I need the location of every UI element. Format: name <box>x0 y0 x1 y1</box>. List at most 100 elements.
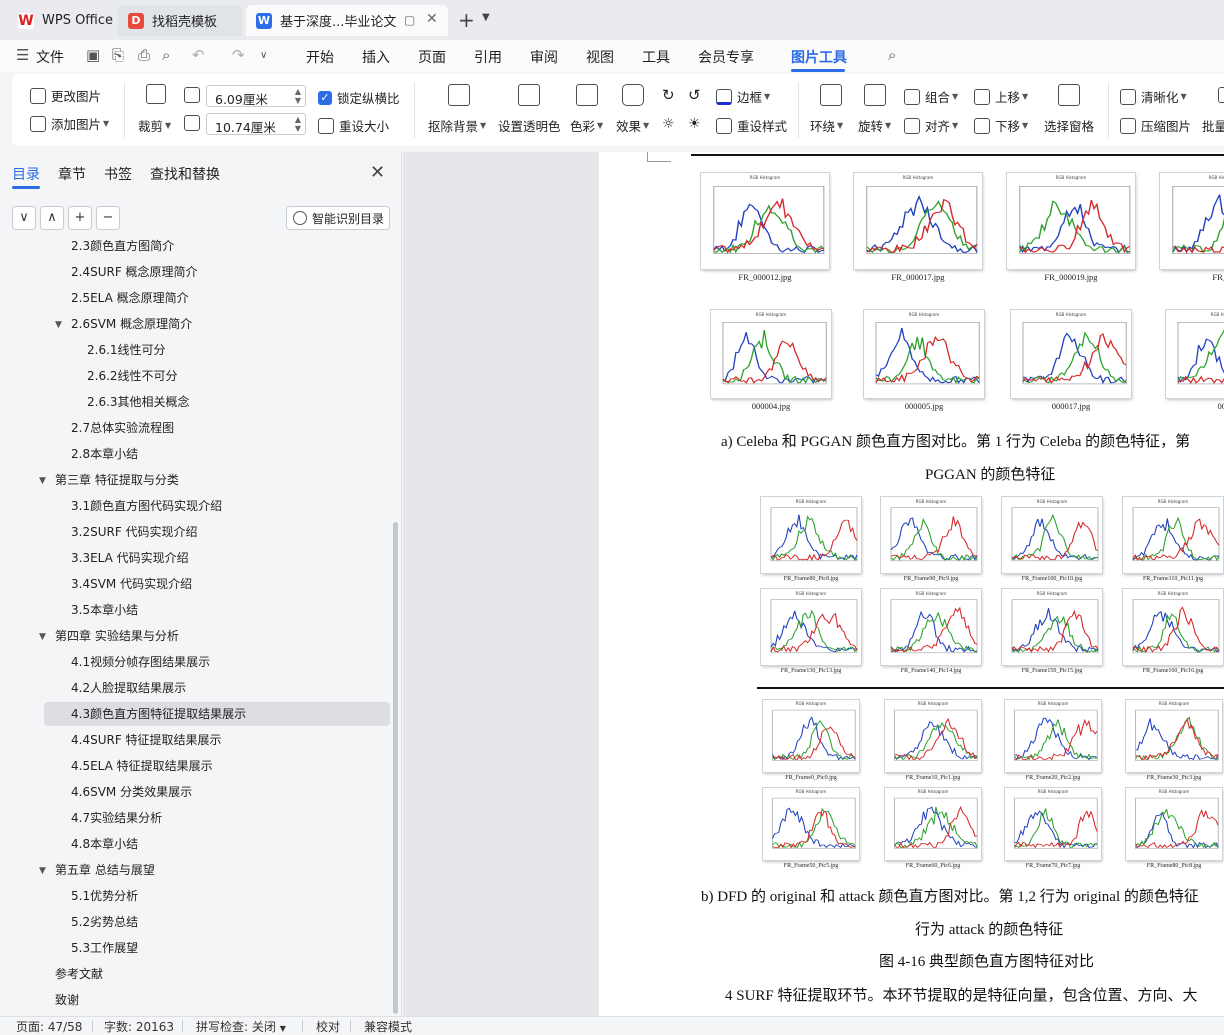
menu-insert[interactable]: 插入 <box>362 47 390 67</box>
menu-view[interactable]: 视图 <box>586 47 614 67</box>
histogram-thumbnail[interactable]: RGB Histogram <box>1123 589 1223 665</box>
hamburger-menu-icon[interactable]: ☰ <box>16 46 29 64</box>
crop-button[interactable]: 裁剪 ▼ <box>138 116 171 135</box>
change-image-button[interactable]: 更改图片 <box>30 86 101 105</box>
toc-item[interactable]: 3.3ELA 代码实现介绍 <box>71 546 189 570</box>
tab-bookmarks[interactable]: 书签 <box>104 164 132 184</box>
set-transparent-button[interactable]: 设置透明色 <box>498 116 561 135</box>
tab-document[interactable]: W 基于深度...毕业论文 ▢ ✕ <box>246 5 448 36</box>
toc-item[interactable]: 2.7总体实验流程图 <box>71 416 174 440</box>
collapse-up-button[interactable]: ∧ <box>40 206 64 230</box>
undo-icon[interactable]: ↶ <box>192 46 205 64</box>
toc-item[interactable]: 5.3工作展望 <box>71 936 138 960</box>
histogram-thumbnail[interactable]: RGB Histogram <box>1002 589 1102 665</box>
add-heading-button[interactable]: + <box>68 206 92 230</box>
toc-item[interactable]: 4.3颜色直方图特征提取结果展示 <box>71 702 246 726</box>
print-preview-icon[interactable]: ⌕ <box>162 46 170 64</box>
new-tab-plus-icon[interactable]: + <box>458 8 475 32</box>
toc-item[interactable]: 2.8本章小结 <box>71 442 138 466</box>
toc-item[interactable]: 4.4SURF 特征提取结果展示 <box>71 728 222 752</box>
toc-item[interactable]: 3.5本章小结 <box>71 598 138 622</box>
move-up-button[interactable]: 上移 ▼ <box>974 87 1028 106</box>
histogram-thumbnail[interactable]: RGB Histogram <box>1126 788 1222 860</box>
histogram-thumbnail[interactable]: RGB Histogram <box>1005 788 1101 860</box>
width-input[interactable]: 10.74厘米 ▲ ▼ <box>206 113 306 135</box>
toc-item[interactable]: 第五章 总结与展望 <box>55 858 155 882</box>
histogram-thumbnail[interactable]: RGB Histogram <box>1002 497 1102 573</box>
toc-item[interactable]: 4.2人脸提取结果展示 <box>71 676 186 700</box>
crop-icon[interactable] <box>146 84 171 104</box>
toc-item[interactable]: 4.7实验结果分析 <box>71 806 162 830</box>
wrap-button[interactable]: 环绕 ▼ <box>810 116 843 135</box>
menu-picture-tools[interactable]: 图片工具 <box>791 47 847 67</box>
tab-chapters[interactable]: 章节 <box>58 164 86 184</box>
effects-button[interactable]: 效果 ▼ <box>616 116 649 135</box>
width-stepper[interactable]: ▲ ▼ <box>295 115 301 133</box>
chevron-down-icon[interactable]: ▼ <box>482 12 490 23</box>
expand-triangle-icon[interactable]: ▼ <box>39 632 46 642</box>
remove-bg-button[interactable]: 抠除背景 ▼ <box>428 116 486 135</box>
histogram-thumbnail[interactable]: RGB Histogram <box>763 700 859 772</box>
expand-triangle-icon[interactable]: ▼ <box>55 320 62 330</box>
tab-docer-templates[interactable]: D 找稻壳模板 <box>118 5 242 36</box>
tab-toc[interactable]: 目录 <box>12 164 40 184</box>
tab-find-replace[interactable]: 查找和替换 <box>150 164 220 184</box>
group-button[interactable]: 组合 ▼ <box>904 87 958 106</box>
height-input[interactable]: 6.09厘米 ▲ ▼ <box>206 85 306 107</box>
compress-button[interactable]: 压缩图片 <box>1120 116 1191 135</box>
smart-toc-button[interactable]: 智能识别目录 <box>286 206 390 230</box>
toc-item[interactable]: 3.2SURF 代码实现介绍 <box>71 520 198 544</box>
toc-item[interactable]: 4.6SVM 分类效果展示 <box>71 780 192 804</box>
close-tab-icon[interactable]: ✕ <box>426 11 438 27</box>
more-chevron-icon[interactable]: ∨ <box>260 50 267 61</box>
rotate-left-icon[interactable]: ↻ <box>662 86 675 104</box>
toc-item[interactable]: 4.5ELA 特征提取结果展示 <box>71 754 213 778</box>
histogram-thumbnail[interactable]: RGB Histogram <box>864 310 984 398</box>
histogram-thumbnail[interactable]: RGB Histogram <box>1160 173 1224 269</box>
toc-item[interactable]: 第三章 特征提取与分类 <box>55 468 179 492</box>
toc-item[interactable]: 2.6.2线性不可分 <box>87 364 178 388</box>
reset-style-button[interactable]: 重设样式 <box>716 116 787 135</box>
histogram-thumbnail[interactable]: RGB Histogram <box>885 788 981 860</box>
histogram-thumbnail[interactable]: RGB Histogram <box>885 700 981 772</box>
histogram-thumbnail[interactable]: RGB Histogram <box>761 589 861 665</box>
toc-item[interactable]: 2.4SURF 概念原理简介 <box>71 260 198 284</box>
histogram-thumbnail[interactable]: RGB Histogram <box>854 173 982 269</box>
sharpen-button[interactable]: 清晰化 ▼ <box>1120 87 1187 106</box>
histogram-thumbnail[interactable]: RGB Histogram <box>763 788 859 860</box>
redo-icon[interactable]: ↷ <box>232 46 245 64</box>
menu-page[interactable]: 页面 <box>418 47 446 67</box>
histogram-thumbnail[interactable]: RGB Histogram <box>761 497 861 573</box>
toc-item[interactable]: 第四章 实验结果与分析 <box>55 624 179 648</box>
histogram-thumbnail[interactable]: RGB Histogram <box>1166 310 1224 398</box>
add-image-button[interactable]: 添加图片 ▼ <box>30 114 109 133</box>
histogram-thumbnail[interactable]: RGB Histogram <box>1007 173 1135 269</box>
tab-wps-office[interactable]: W WPS Office <box>8 5 114 36</box>
brightness-up-icon[interactable]: ☀ <box>688 116 701 132</box>
toc-item[interactable]: 4.8本章小结 <box>71 832 138 856</box>
menu-references[interactable]: 引用 <box>474 47 502 67</box>
toc-item[interactable]: 5.1优势分析 <box>71 884 138 908</box>
histogram-thumbnail[interactable]: RGB Histogram <box>701 173 829 269</box>
border-button[interactable]: 边框 ▼ <box>716 87 770 106</box>
lock-ratio-checkbox[interactable]: ✓ 锁定纵横比 <box>318 88 400 107</box>
height-stepper[interactable]: ▲ ▼ <box>295 87 301 105</box>
toc-item[interactable]: 2.6.1线性可分 <box>87 338 166 362</box>
menu-home[interactable]: 开始 <box>306 47 334 67</box>
color-button[interactable]: 色彩 ▼ <box>570 116 603 135</box>
expand-triangle-icon[interactable]: ▼ <box>39 866 46 876</box>
toc-item[interactable]: 3.1颜色直方图代码实现介绍 <box>71 494 222 518</box>
expand-triangle-icon[interactable]: ▼ <box>39 476 46 486</box>
toc-item[interactable]: 2.6.3其他相关概念 <box>87 390 190 414</box>
close-icon[interactable]: ✕ <box>370 162 385 183</box>
selection-pane-button[interactable]: 选择窗格 <box>1044 116 1094 135</box>
toc-item[interactable]: 致谢 <box>55 988 79 1012</box>
sidebar-scrollbar[interactable] <box>393 522 398 1014</box>
toc-item[interactable]: 2.6SVM 概念原理简介 <box>71 312 192 336</box>
batch-button[interactable]: 批量 <box>1202 116 1224 135</box>
toc-item[interactable]: 2.5ELA 概念原理简介 <box>71 286 189 310</box>
spell-check-toggle[interactable]: 拼写检查: 关闭 ▼ <box>196 1018 286 1035</box>
toc-item[interactable]: 3.4SVM 代码实现介绍 <box>71 572 192 596</box>
histogram-thumbnail[interactable]: RGB Histogram <box>881 497 981 573</box>
toc-item[interactable]: 参考文献 <box>55 962 103 986</box>
